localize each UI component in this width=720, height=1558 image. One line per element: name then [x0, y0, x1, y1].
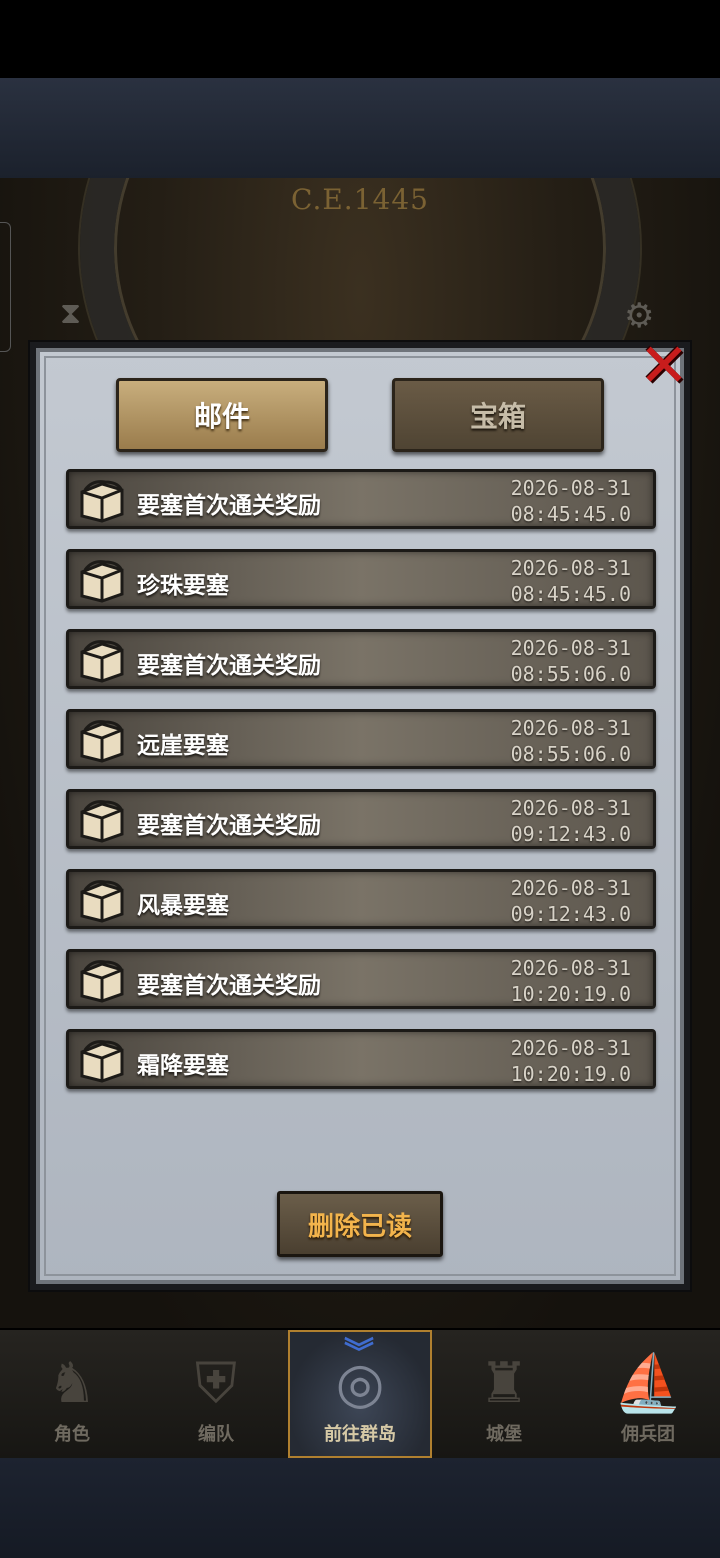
mail-time: 10:20:19.0	[510, 982, 631, 1006]
treasure-chest-icon	[80, 560, 124, 603]
treasure-chest-icon	[80, 960, 124, 1003]
treasure-chest-icon	[80, 480, 124, 523]
castle-icon: ♜	[478, 1351, 530, 1416]
mail-item[interactable]: 霜降要塞 2026-08-31 10:20:19.0	[66, 1029, 656, 1089]
mail-item[interactable]: 要塞首次通关奖励 2026-08-31 08:45:45.0	[66, 469, 656, 529]
mail-item[interactable]: 要塞首次通关奖励 2026-08-31 10:20:19.0	[66, 949, 656, 1009]
mail-date: 2026-08-31	[510, 876, 631, 900]
top-banner	[0, 78, 720, 178]
mail-title: 要塞首次通关奖励	[137, 493, 321, 519]
mail-date: 2026-08-31	[510, 476, 631, 500]
treasure-chest-icon	[80, 640, 124, 683]
tab-chest[interactable]: 宝箱	[392, 378, 604, 452]
mail-title: 霜降要塞	[137, 1053, 229, 1079]
close-icon[interactable]: ✕	[634, 336, 694, 396]
top-status-area	[0, 0, 720, 78]
mail-time: 08:55:06.0	[510, 742, 631, 766]
mail-item[interactable]: 远崖要塞 2026-08-31 08:55:06.0	[66, 709, 656, 769]
mail-title: 远崖要塞	[137, 733, 229, 759]
tab-mail[interactable]: 邮件	[116, 378, 328, 452]
chevron-down-icon: ︾	[344, 1336, 374, 1371]
mail-time: 10:20:19.0	[510, 1062, 631, 1086]
side-handle	[0, 222, 11, 352]
mail-item[interactable]: 风暴要塞 2026-08-31 09:12:43.0	[66, 869, 656, 929]
nav-item-islands[interactable]: ︾ ◎ 前往群岛	[288, 1330, 432, 1458]
mail-date: 2026-08-31	[510, 636, 631, 660]
knight-icon: ♞	[46, 1351, 98, 1416]
helmet-icon: ⛨	[195, 1351, 237, 1416]
mail-date: 2026-08-31	[510, 796, 631, 820]
nav-label: 前往群岛	[324, 1424, 396, 1445]
mail-title: 要塞首次通关奖励	[137, 973, 321, 999]
nav-label: 城堡	[486, 1424, 522, 1445]
mail-item[interactable]: 珍珠要塞 2026-08-31 08:45:45.0	[66, 549, 656, 609]
mail-time: 08:55:06.0	[510, 662, 631, 686]
calendar-year: C.E.1445	[291, 183, 429, 216]
nav-label: 编队	[198, 1424, 234, 1445]
mail-title: 要塞首次通关奖励	[137, 813, 321, 839]
mail-time: 09:12:43.0	[510, 822, 631, 846]
mail-time: 08:45:45.0	[510, 502, 631, 526]
mail-list: 要塞首次通关奖励 2026-08-31 08:45:45.0 珍珠要塞 2026…	[66, 469, 656, 1109]
nav-item-mercenary[interactable]: ⛵ 佣兵团	[576, 1330, 720, 1458]
mail-item[interactable]: 要塞首次通关奖励 2026-08-31 09:12:43.0	[66, 789, 656, 849]
mail-date: 2026-08-31	[510, 556, 631, 580]
mail-title: 风暴要塞	[137, 893, 229, 919]
nav-item-formation[interactable]: ⛨ 编队	[144, 1330, 288, 1458]
mail-time: 08:45:45.0	[510, 582, 631, 606]
gear-icon: ⚙	[624, 296, 655, 336]
mail-date: 2026-08-31	[510, 1036, 631, 1060]
treasure-chest-icon	[80, 720, 124, 763]
mail-title: 珍珠要塞	[137, 573, 229, 599]
bottom-banner	[0, 1458, 720, 1558]
ship-icon: ⛵	[613, 1351, 683, 1416]
hourglass-icon: ⧗	[60, 296, 82, 331]
nav-item-castle[interactable]: ♜ 城堡	[432, 1330, 576, 1458]
treasure-chest-icon	[80, 800, 124, 843]
bottom-nav: ♞ 角色 ⛨ 编队 ︾ ◎ 前往群岛 ♜ 城堡 ⛵ 佣兵团	[0, 1330, 720, 1458]
nav-label: 角色	[54, 1424, 90, 1445]
mail-item[interactable]: 要塞首次通关奖励 2026-08-31 08:55:06.0	[66, 629, 656, 689]
delete-read-button[interactable]: 删除已读	[277, 1191, 443, 1257]
treasure-chest-icon	[80, 880, 124, 923]
mail-date: 2026-08-31	[510, 716, 631, 740]
mail-title: 要塞首次通关奖励	[137, 653, 321, 679]
nav-label: 佣兵团	[621, 1424, 675, 1445]
mail-date: 2026-08-31	[510, 956, 631, 980]
treasure-chest-icon	[80, 1040, 124, 1083]
nav-item-character[interactable]: ♞ 角色	[0, 1330, 144, 1458]
mail-time: 09:12:43.0	[510, 902, 631, 926]
